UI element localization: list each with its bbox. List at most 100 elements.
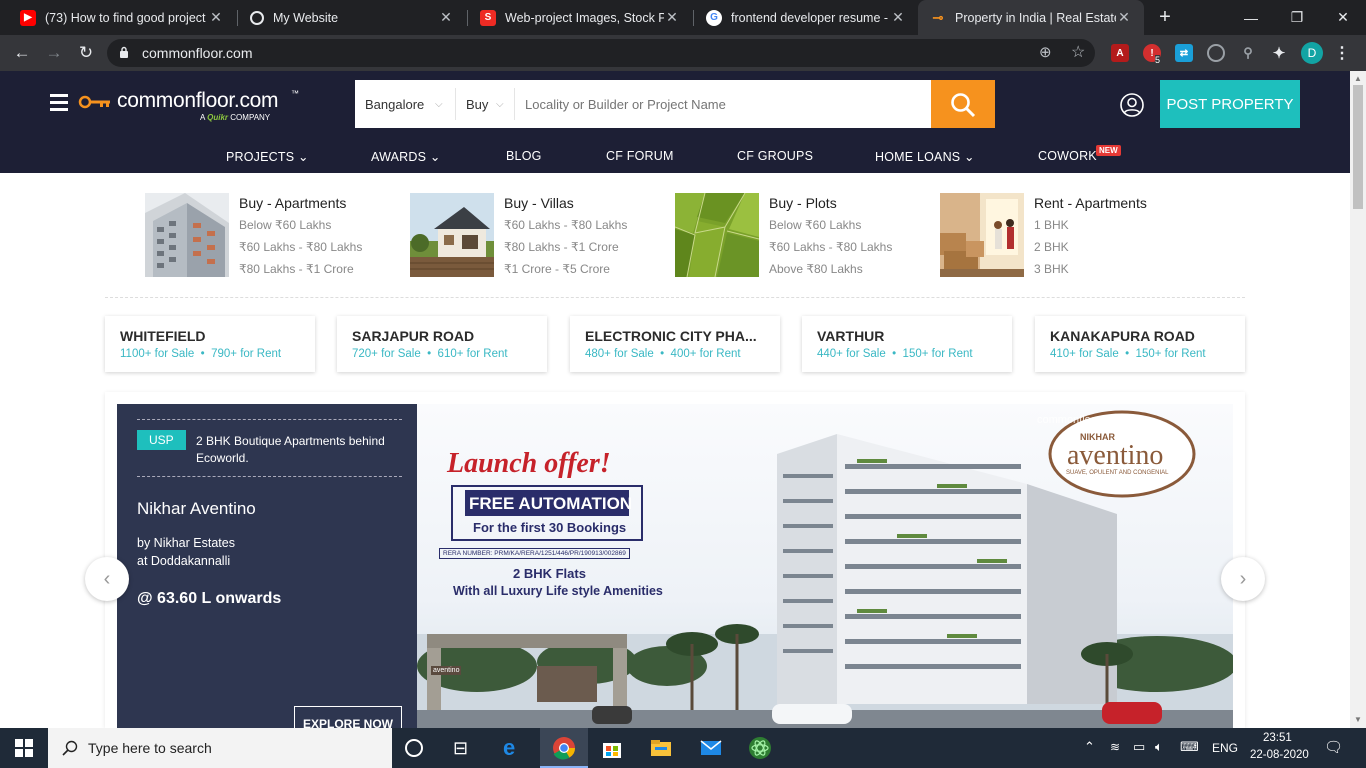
browser-menu-icon[interactable]: ⋮ [1333, 44, 1351, 62]
close-tab-icon[interactable]: ✕ [208, 9, 224, 26]
nav-awards[interactable]: AWARDS ⌄ [371, 149, 441, 164]
sale-count[interactable]: 1100+ for Sale [120, 348, 194, 360]
page-scrollbar[interactable]: ▲ ▼ [1350, 71, 1366, 728]
villas-thumbnail[interactable] [410, 193, 494, 277]
browser-tab-commonfloor[interactable]: ⊸ Property in India | Real Estate I ✕ [918, 0, 1144, 35]
apartments-thumbnail[interactable] [145, 193, 229, 277]
scrollbar-thumb[interactable] [1353, 85, 1363, 209]
address-bar[interactable]: commonfloor.com ⊕ ☆ [107, 39, 1095, 67]
category-link[interactable]: Above ₹80 Lakhs [769, 262, 863, 276]
sale-count[interactable]: 720+ for Sale [352, 348, 421, 360]
restore-window-icon[interactable]: ❐ [1274, 0, 1320, 35]
browser-tab-youtube[interactable]: ▶ (73) How to find good project ✕ [8, 0, 236, 35]
category-link[interactable]: Below ₹60 Lakhs [239, 218, 331, 232]
browser-tab-my-website[interactable]: My Website ✕ [238, 0, 466, 35]
language-indicator[interactable]: ENG [1212, 741, 1238, 755]
bookmark-star-icon[interactable]: ☆ [1071, 42, 1085, 62]
taskbar-search-box[interactable]: Type here to search [48, 728, 392, 768]
nav-projects[interactable]: PROJECTS ⌄ [226, 149, 309, 164]
rent-count[interactable]: 150+ for Rent [903, 348, 973, 360]
category-link[interactable]: ₹80 Lakhs - ₹1 Crore [504, 240, 619, 254]
sale-count[interactable]: 480+ for Sale [585, 348, 654, 360]
city-select[interactable]: Bangalore ⌵ [365, 80, 455, 128]
site-logo[interactable]: commonfloor.com [117, 89, 279, 113]
category-title[interactable]: Buy - Apartments [239, 195, 346, 211]
rent-count[interactable]: 790+ for Rent [211, 348, 281, 360]
profile-avatar[interactable]: D [1301, 42, 1323, 64]
sale-count[interactable]: 410+ for Sale [1050, 348, 1119, 360]
rent-count[interactable]: 150+ for Rent [1136, 348, 1206, 360]
category-link[interactable]: Below ₹60 Lakhs [769, 218, 861, 232]
close-tab-icon[interactable]: ✕ [438, 9, 454, 26]
project-ad-image[interactable]: commonfloor.com Launch offer! FREE AUTOM… [417, 404, 1233, 728]
battery-icon[interactable]: ▭ [1133, 739, 1145, 755]
minimize-window-icon[interactable]: — [1228, 0, 1274, 35]
category-title[interactable]: Rent - Apartments [1034, 195, 1147, 211]
mail-icon[interactable] [699, 736, 723, 760]
category-title[interactable]: Buy - Plots [769, 195, 837, 211]
cortana-icon[interactable] [405, 739, 423, 757]
rent-count[interactable]: 610+ for Rent [438, 348, 508, 360]
nav-cowork[interactable]: COWORK [1038, 149, 1097, 163]
add-to-page-icon[interactable]: ⊕ [1039, 43, 1052, 61]
post-property-button[interactable]: POST PROPERTY [1160, 80, 1300, 128]
rent-thumbnail[interactable] [940, 193, 1024, 277]
close-window-icon[interactable]: ✕ [1320, 0, 1366, 35]
notifications-icon[interactable]: 🗨︎ [1324, 738, 1343, 756]
category-link[interactable]: ₹60 Lakhs - ₹80 Lakhs [769, 240, 892, 254]
task-view-icon[interactable]: ⊟ [453, 736, 477, 760]
user-account-icon[interactable] [1120, 93, 1144, 117]
category-link[interactable]: 2 BHK [1034, 240, 1069, 254]
sync-extension-icon[interactable] [1207, 44, 1225, 62]
clock-time[interactable]: 23:51 [1263, 732, 1292, 744]
hamburger-menu-icon[interactable] [50, 94, 68, 111]
browser-tab-shutterstock[interactable]: S Web-project Images, Stock Pho ✕ [468, 0, 692, 35]
buy-rent-select[interactable]: Buy ⌵ [466, 80, 514, 128]
scroll-up-icon[interactable]: ▲ [1354, 74, 1362, 83]
category-link[interactable]: 3 BHK [1034, 262, 1069, 276]
windows-start-icon[interactable] [15, 739, 33, 757]
rent-count[interactable]: 400+ for Rent [671, 348, 741, 360]
store-icon[interactable] [600, 736, 624, 760]
new-tab-icon[interactable]: + [1142, 0, 1188, 35]
sale-count[interactable]: 440+ for Sale [817, 348, 886, 360]
category-link[interactable]: ₹80 Lakhs - ₹1 Crore [239, 262, 354, 276]
keyboard-icon[interactable]: ⌨ [1180, 739, 1199, 755]
search-button[interactable] [931, 80, 995, 128]
nav-home-loans[interactable]: HOME LOANS ⌄ [875, 149, 975, 164]
wifi-icon[interactable]: ≋ [1110, 740, 1120, 754]
category-link[interactable]: ₹60 Lakhs - ₹80 Lakhs [504, 218, 627, 232]
project-name[interactable]: Nikhar Aventino [137, 499, 256, 519]
category-title[interactable]: Buy - Villas [504, 195, 574, 211]
category-link[interactable]: 1 BHK [1034, 218, 1069, 232]
file-explorer-icon[interactable] [649, 736, 673, 760]
close-tab-icon[interactable]: ✕ [1116, 9, 1132, 26]
locality-search-input[interactable] [521, 80, 931, 128]
nav-cf-groups[interactable]: CF GROUPS [737, 149, 813, 163]
back-arrow-icon[interactable]: ← [8, 39, 36, 67]
category-link[interactable]: ₹1 Crore - ₹5 Crore [504, 262, 610, 276]
reload-icon[interactable]: ↻ [72, 39, 100, 67]
nav-blog[interactable]: BLOG [506, 149, 542, 163]
extensions-puzzle-icon[interactable]: ✦ [1270, 44, 1288, 62]
browser-tab-google[interactable]: G frontend developer resume - G ✕ [694, 0, 918, 35]
chrome-taskbar-button[interactable] [540, 728, 588, 768]
edge-browser-icon[interactable]: e [503, 736, 527, 760]
atom-editor-icon[interactable] [748, 736, 772, 760]
locality-card-whitefield[interactable]: WHITEFIELD 1100+ for Sale • 790+ for Ren… [105, 316, 315, 372]
scroll-down-icon[interactable]: ▼ [1354, 715, 1362, 724]
locality-card-varthur[interactable]: VARTHUR 440+ for Sale • 150+ for Rent [802, 316, 1012, 372]
locality-card-electronic-city[interactable]: ELECTRONIC CITY PHA... 480+ for Sale • 4… [570, 316, 780, 372]
eyedropper-extension-icon[interactable]: ⚲ [1239, 44, 1257, 62]
tray-chevron-up-icon[interactable]: ⌃ [1084, 739, 1095, 755]
plots-thumbnail[interactable] [675, 193, 759, 277]
carousel-prev-button[interactable]: ‹ [85, 557, 129, 601]
explore-now-button[interactable]: EXPLORE NOW [294, 706, 402, 730]
carousel-next-button[interactable]: › [1221, 557, 1265, 601]
volume-icon[interactable]: 🔈︎ [1155, 739, 1163, 755]
nav-cf-forum[interactable]: CF FORUM [606, 149, 674, 163]
forward-arrow-icon[interactable]: → [40, 39, 68, 67]
locality-card-kanakapura-road[interactable]: KANAKAPURA ROAD 410+ for Sale • 150+ for… [1035, 316, 1245, 372]
locality-card-sarjapur-road[interactable]: SARJAPUR ROAD 720+ for Sale • 610+ for R… [337, 316, 547, 372]
category-link[interactable]: ₹60 Lakhs - ₹80 Lakhs [239, 240, 362, 254]
